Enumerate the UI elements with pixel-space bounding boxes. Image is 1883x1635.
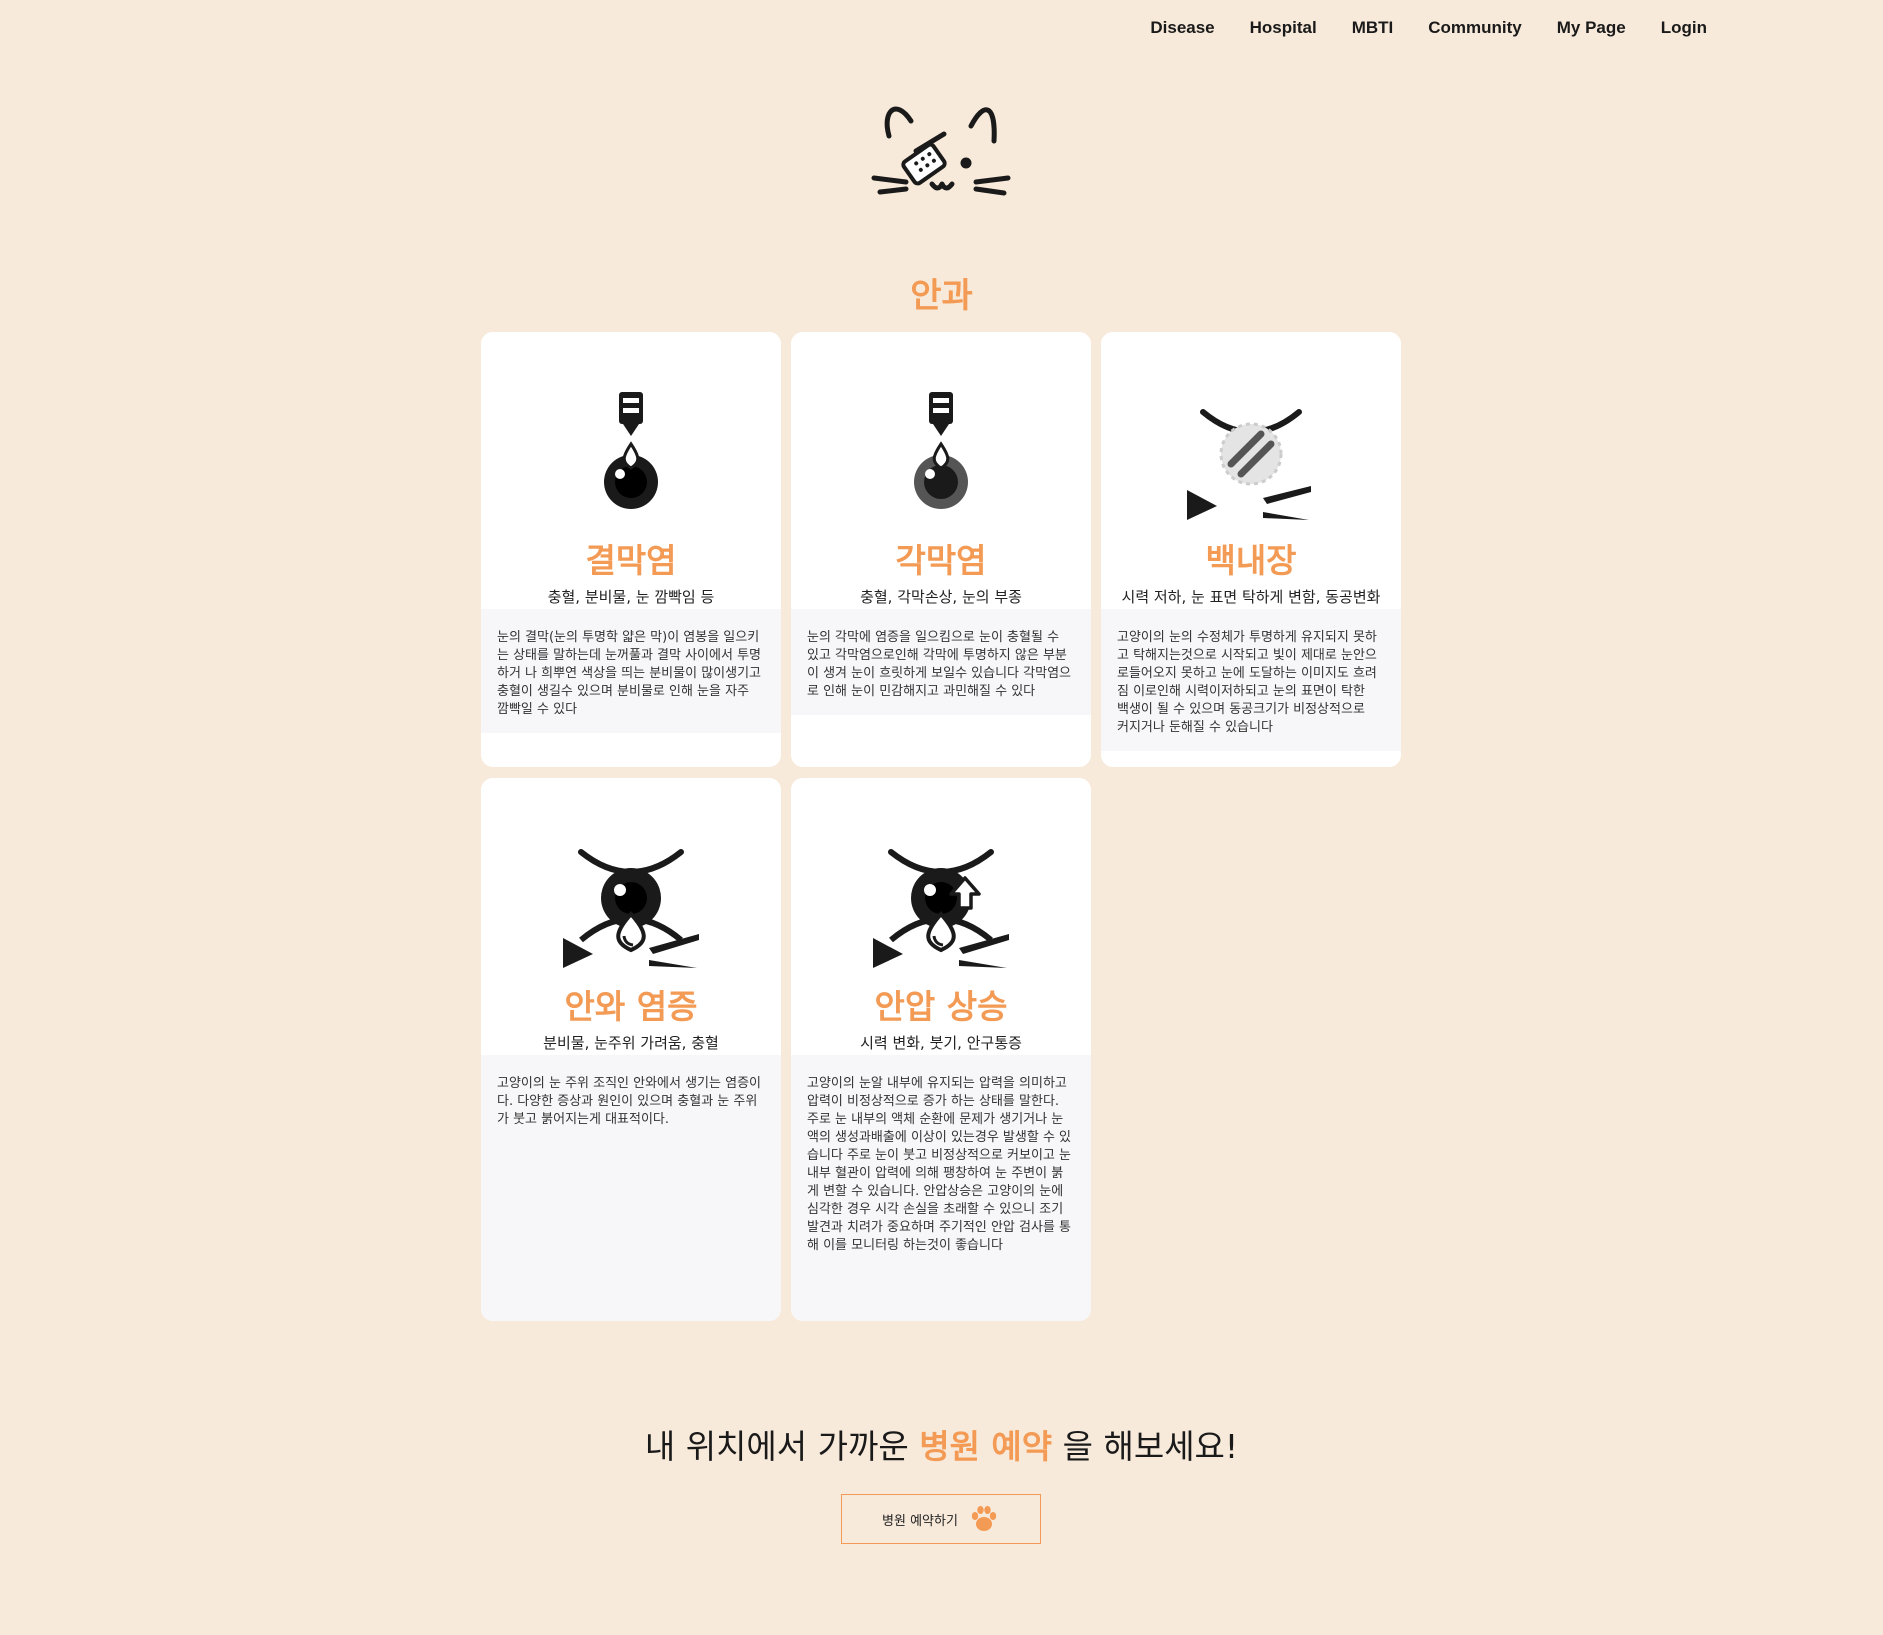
disease-card-intraocular-pressure[interactable]: 안압 상승 시력 변화, 붓기, 안구통증 고양이의 눈알 내부에 유지되는 압… bbox=[791, 778, 1091, 1321]
card-header: 백내장 시력 저하, 눈 표면 탁하게 변함, 동공변화 bbox=[1101, 332, 1401, 609]
disease-symptoms: 시력 저하, 눈 표면 탁하게 변함, 동공변화 bbox=[1121, 588, 1381, 606]
disease-name: 각막염 bbox=[895, 541, 987, 580]
card-header: 안압 상승 시력 변화, 붓기, 안구통증 bbox=[791, 778, 1091, 1055]
disease-name: 결막염 bbox=[585, 541, 677, 580]
disease-symptoms: 충혈, 각막손상, 눈의 부종 bbox=[860, 588, 1022, 606]
cat-logo-icon[interactable] bbox=[866, 96, 1016, 216]
teary-eye-icon bbox=[563, 849, 699, 968]
nav-hospital[interactable]: Hospital bbox=[1250, 18, 1317, 38]
cloudy-eye-icon bbox=[1187, 409, 1311, 520]
paw-icon bbox=[971, 1506, 997, 1531]
disease-description: 눈의 각막에 염증을 일으킴으로 눈이 충혈될 수 있고 각막염으로인해 각막에… bbox=[791, 609, 1091, 715]
disease-description: 고양이의 눈 주위 조직인 안와에서 생기는 염증이다. 다양한 증상과 원인이… bbox=[481, 1055, 781, 1321]
disease-card-cataract[interactable]: 백내장 시력 저하, 눈 표면 탁하게 변함, 동공변화 고양이의 눈의 수정체… bbox=[1101, 332, 1401, 767]
disease-card-conjunctivitis[interactable]: 결막염 충혈, 분비물, 눈 깜빡임 등 눈의 결막(눈의 투명학 얇은 막)이… bbox=[481, 332, 781, 767]
nav-my-page[interactable]: My Page bbox=[1557, 18, 1626, 38]
disease-name: 안와 염증 bbox=[564, 987, 698, 1026]
disease-description: 고양이의 눈의 수정체가 투명하게 유지되지 못하고 탁해지는것으로 시작되고 … bbox=[1101, 609, 1401, 751]
cta-highlight: 병원 예약 bbox=[919, 1427, 1053, 1466]
disease-symptoms: 시력 변화, 붓기, 안구통증 bbox=[860, 1034, 1022, 1052]
eye-drop-icon bbox=[604, 392, 658, 509]
card-header: 안와 염증 분비물, 눈주위 가려움, 충혈 bbox=[481, 778, 781, 1055]
hospital-reservation-button[interactable]: 병원 예약하기 bbox=[841, 1494, 1041, 1544]
hospital-reservation-prompt: 내 위치에서 가까운 병원 예약 을 해보세요! bbox=[0, 1420, 1883, 1468]
nav-disease[interactable]: Disease bbox=[1150, 18, 1214, 38]
disease-card-keratitis[interactable]: 각막염 충혈, 각막손상, 눈의 부종 눈의 각막에 염증을 일으킴으로 눈이 … bbox=[791, 332, 1091, 767]
disease-description: 고양이의 눈알 내부에 유지되는 압력을 의미하고 압력이 비정상적으로 증가 … bbox=[791, 1055, 1091, 1321]
disease-description: 눈의 결막(눈의 투명학 얇은 막)이 염봉을 일으키는 상태를 말하는데 눈꺼… bbox=[481, 609, 781, 733]
nav-mbti[interactable]: MBTI bbox=[1352, 18, 1394, 38]
disease-name: 백내장 bbox=[1205, 541, 1297, 580]
nav-login[interactable]: Login bbox=[1661, 18, 1707, 38]
cta-prefix: 내 위치에서 가까운 bbox=[644, 1427, 920, 1466]
reservation-button-label: 병원 예약하기 bbox=[882, 1513, 958, 1529]
cta-suffix: 을 해보세요! bbox=[1052, 1427, 1239, 1466]
nav-community[interactable]: Community bbox=[1428, 18, 1522, 38]
card-header: 각막염 충혈, 각막손상, 눈의 부종 bbox=[791, 332, 1091, 609]
pressure-eye-icon bbox=[873, 849, 1009, 968]
disease-symptoms: 분비물, 눈주위 가려움, 충혈 bbox=[543, 1034, 719, 1052]
disease-card-orbital-inflammation[interactable]: 안와 염증 분비물, 눈주위 가려움, 충혈 고양이의 눈 주위 조직인 안와에… bbox=[481, 778, 781, 1321]
top-nav: Disease Hospital MBTI Community My Page … bbox=[1115, 18, 1707, 38]
section-title: 안과 bbox=[910, 276, 973, 316]
eye-drop-gray-icon bbox=[914, 392, 968, 509]
disease-symptoms: 충혈, 분비물, 눈 깜빡임 등 bbox=[547, 588, 715, 606]
card-header: 결막염 충혈, 분비물, 눈 깜빡임 등 bbox=[481, 332, 781, 609]
disease-name: 안압 상승 bbox=[874, 987, 1008, 1026]
